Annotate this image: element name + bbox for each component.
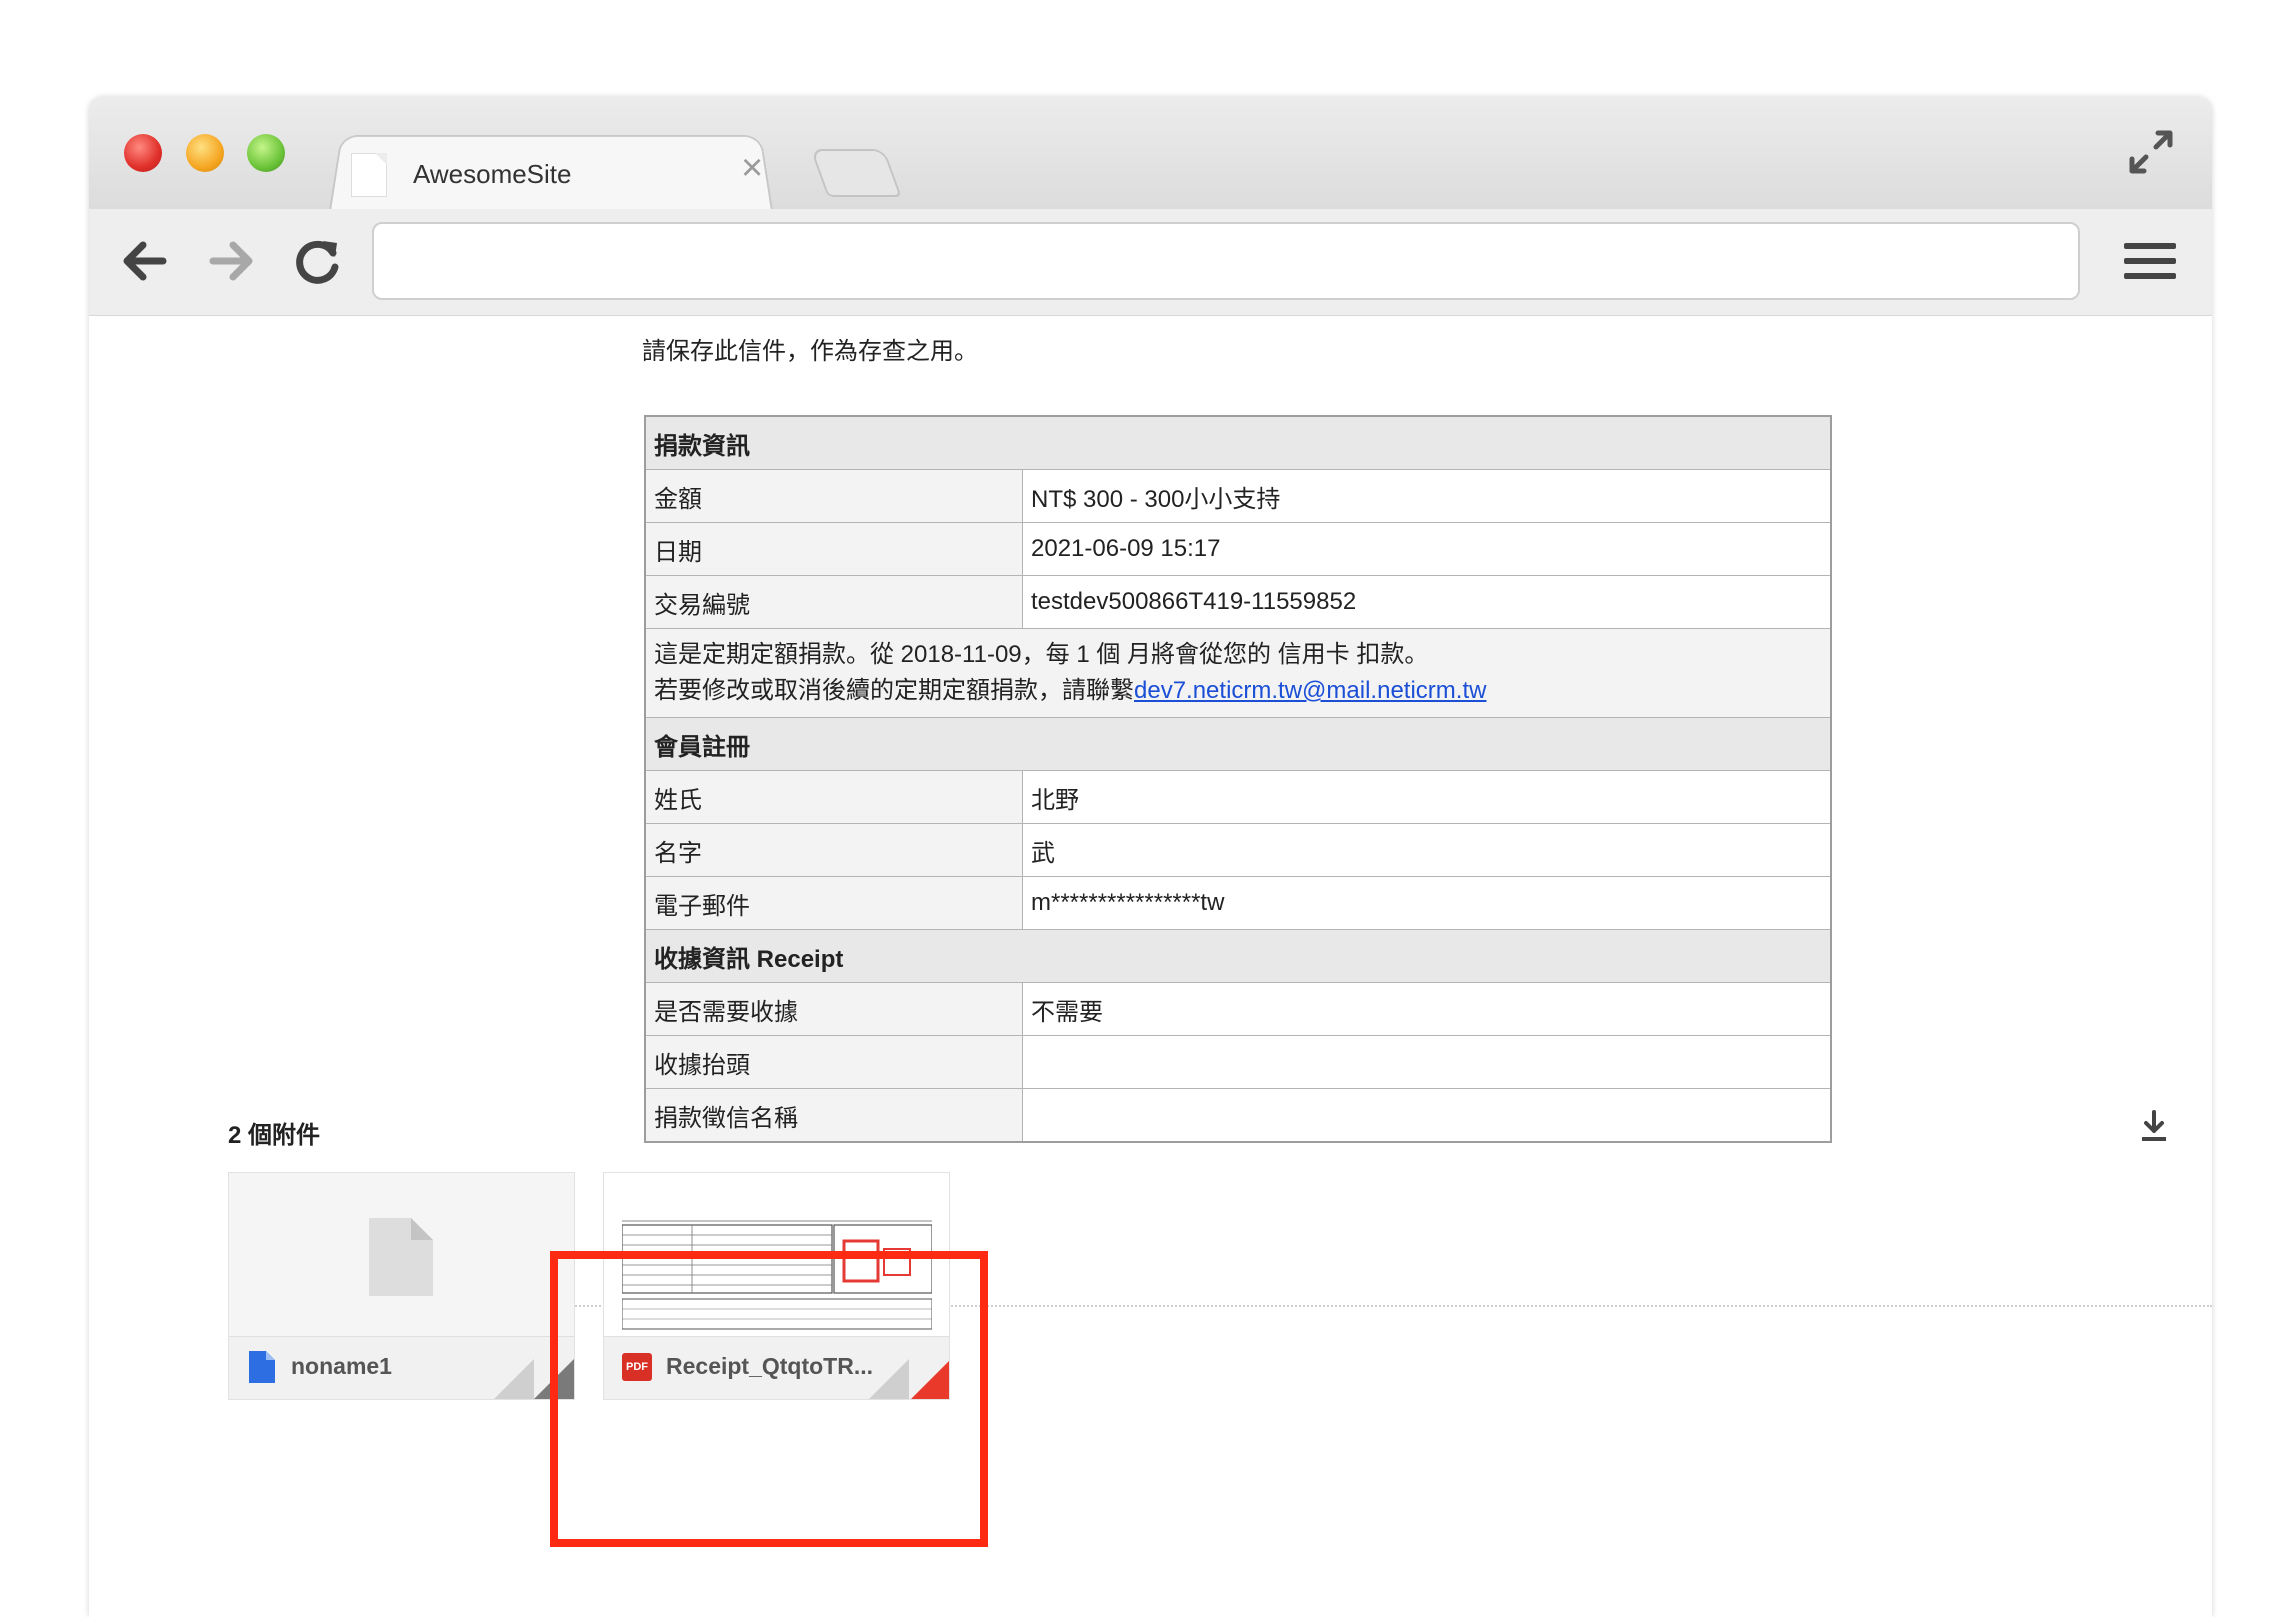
- address-bar[interactable]: [372, 222, 2080, 300]
- browser-toolbar: [89, 209, 2212, 316]
- maximize-window-button[interactable]: [247, 134, 285, 172]
- donor-name-label: 捐款徵信名稱: [644, 1088, 1023, 1143]
- table-row: 收據抬頭: [644, 1035, 1832, 1089]
- table-row: 名字 武: [644, 823, 1832, 877]
- minimize-window-button[interactable]: [186, 134, 224, 172]
- table-row: 姓氏 北野: [644, 770, 1832, 824]
- section-receipt-info: 收據資訊 Receipt: [644, 929, 1832, 983]
- contact-email-link[interactable]: dev7.neticrm.tw@mail.neticrm.tw: [1134, 677, 1486, 704]
- tab-title: AwesomeSite: [413, 159, 572, 189]
- need-receipt-label: 是否需要收據: [644, 982, 1023, 1036]
- table-row: 金額 NT$ 300 - 300小小支持: [644, 469, 1832, 523]
- highlight-box: [550, 1251, 988, 1547]
- recurring-line-1: 這是定期定額捐款。從 2018-11-09，每 1 個 月將會從您的 信用卡 扣…: [654, 641, 1429, 668]
- first-name-label: 名字: [644, 823, 1023, 877]
- corner-fold: [494, 1359, 534, 1399]
- save-note: 請保存此信件，作為存查之用。: [642, 338, 978, 365]
- file-icon: [369, 1218, 433, 1296]
- tab-close-icon[interactable]: ×: [741, 149, 763, 187]
- table-row: 是否需要收據 不需要: [644, 982, 1832, 1036]
- section-donation-info: 捐款資訊: [644, 415, 1832, 470]
- browser-window: AwesomeSite × 請保存此信件，作為存查之用。 捐款資訊 金額 NT$…: [89, 97, 2212, 1617]
- close-window-button[interactable]: [124, 134, 162, 172]
- date-label: 日期: [644, 522, 1023, 576]
- section-member-registration: 會員註冊: [644, 717, 1832, 771]
- email-label: 電子郵件: [644, 876, 1023, 930]
- file-icon: [249, 1351, 275, 1383]
- attachment-bar: noname1: [229, 1336, 574, 1399]
- email-value: m****************tw: [1022, 876, 1832, 930]
- attachment-name: noname1: [291, 1353, 392, 1379]
- first-name-value: 武: [1022, 823, 1832, 877]
- table-row: 電子郵件 m****************tw: [644, 876, 1832, 930]
- amount-value: NT$ 300 - 300小小支持: [1022, 469, 1832, 523]
- transaction-id-value: testdev500866T419-11559852: [1022, 575, 1832, 629]
- new-tab-button[interactable]: [810, 149, 902, 197]
- last-name-label: 姓氏: [644, 770, 1023, 824]
- recurring-contact-prefix: 若要修改或取消後續的定期定額捐款，請聯繫: [654, 677, 1134, 704]
- table-row: 交易編號 testdev500866T419-11559852: [644, 575, 1832, 629]
- tab-content[interactable]: AwesomeSite ×: [351, 145, 771, 209]
- recurring-line-2: 若要修改或取消後續的定期定額捐款，請聯繫dev7.neticrm.tw@mail…: [654, 673, 1822, 709]
- tab-bar: AwesomeSite ×: [89, 97, 2212, 211]
- attachment-card-noname1[interactable]: noname1: [228, 1172, 575, 1400]
- page-icon: [351, 153, 387, 197]
- transaction-id-label: 交易編號: [644, 575, 1023, 629]
- arrow-right-icon[interactable]: [203, 231, 259, 291]
- hamburger-menu-icon[interactable]: [2124, 243, 2176, 283]
- need-receipt-value: 不需要: [1022, 982, 1832, 1036]
- table-row: 這是定期定額捐款。從 2018-11-09，每 1 個 月將會從您的 信用卡 扣…: [644, 628, 1832, 718]
- download-icon[interactable]: [2139, 1109, 2169, 1143]
- receipt-title-label: 收據抬頭: [644, 1035, 1023, 1089]
- date-value: 2021-06-09 15:17: [1022, 522, 1832, 576]
- donation-info-table: 捐款資訊 金額 NT$ 300 - 300小小支持 日期 2021-06-09 …: [644, 415, 1832, 1143]
- reload-icon[interactable]: [289, 231, 345, 291]
- attachment-count: 2 個附件: [228, 1122, 321, 1149]
- amount-label: 金額: [644, 469, 1023, 523]
- donor-name-value: [1022, 1088, 1832, 1143]
- expand-icon[interactable]: [2126, 127, 2176, 177]
- table-row: 捐款徵信名稱: [644, 1088, 1832, 1143]
- last-name-value: 北野: [1022, 770, 1832, 824]
- receipt-title-value: [1022, 1035, 1832, 1089]
- recurring-notice: 這是定期定額捐款。從 2018-11-09，每 1 個 月將會從您的 信用卡 扣…: [644, 628, 1832, 718]
- arrow-left-icon[interactable]: [117, 231, 173, 291]
- table-row: 日期 2021-06-09 15:17: [644, 522, 1832, 576]
